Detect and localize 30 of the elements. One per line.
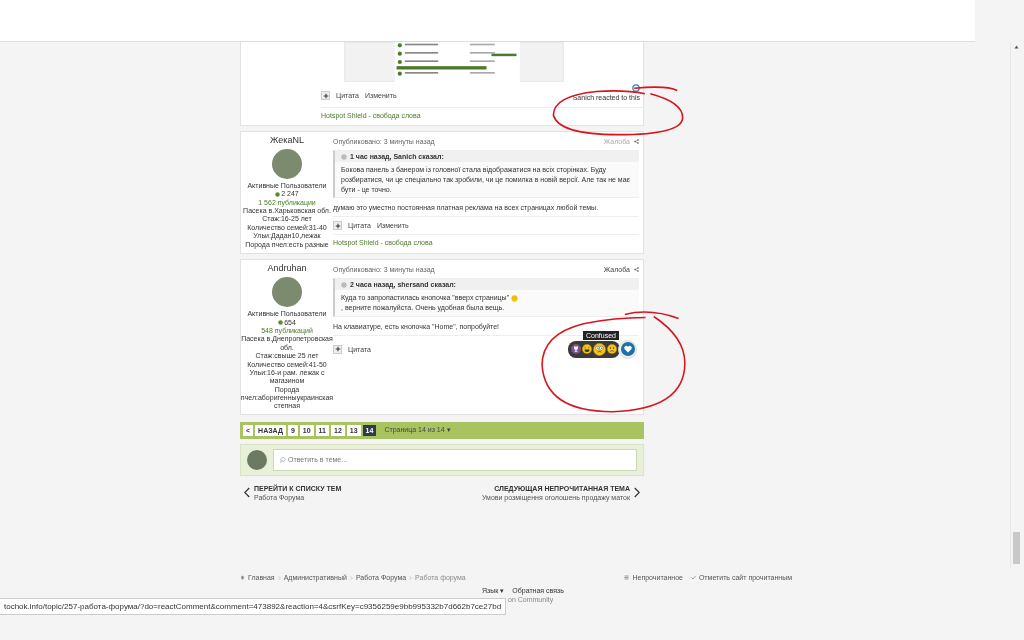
avatar-placeholder[interactable] bbox=[272, 277, 302, 308]
chevron-right-icon[interactable] bbox=[634, 487, 640, 499]
reaction-icon bbox=[632, 84, 640, 92]
emoji-icon[interactable] bbox=[607, 344, 617, 355]
share-icon[interactable] bbox=[634, 138, 639, 144]
share-icon[interactable] bbox=[634, 266, 639, 272]
author-name[interactable]: Andruhan bbox=[267, 263, 307, 275]
scrollbar-thumb[interactable] bbox=[1013, 532, 1020, 564]
avatar-placeholder[interactable] bbox=[272, 148, 302, 179]
check-icon bbox=[690, 575, 696, 580]
trophy-icon[interactable] bbox=[571, 344, 581, 355]
author-name[interactable]: ЖекаNL bbox=[270, 135, 304, 146]
react-button[interactable] bbox=[618, 340, 637, 359]
list-icon bbox=[624, 575, 630, 580]
add-quote-button[interactable] bbox=[333, 345, 342, 354]
plus-icon bbox=[334, 346, 341, 353]
emoji-icon[interactable] bbox=[582, 344, 592, 355]
scroll-up-icon[interactable] bbox=[1014, 45, 1019, 49]
speech-bubble-icon bbox=[280, 456, 286, 463]
chevron-left-icon[interactable] bbox=[244, 487, 250, 499]
status-bar-url: tochok.info/topic/257-работа-форума/?do=reactComment&comment=473892&reaction=4&csrfKey=c9356259e9bb995332b7d662b7ce27bd bbox=[0, 598, 507, 615]
reputation-icon bbox=[275, 191, 281, 197]
home-icon bbox=[240, 575, 245, 580]
avatar-placeholder bbox=[247, 449, 267, 470]
plus-icon bbox=[322, 92, 329, 99]
emoji-icon[interactable] bbox=[593, 343, 606, 356]
plus-icon bbox=[334, 222, 341, 229]
reputation-icon bbox=[278, 320, 284, 326]
add-quote-button[interactable] bbox=[321, 91, 330, 100]
emoji-icon bbox=[511, 295, 519, 303]
